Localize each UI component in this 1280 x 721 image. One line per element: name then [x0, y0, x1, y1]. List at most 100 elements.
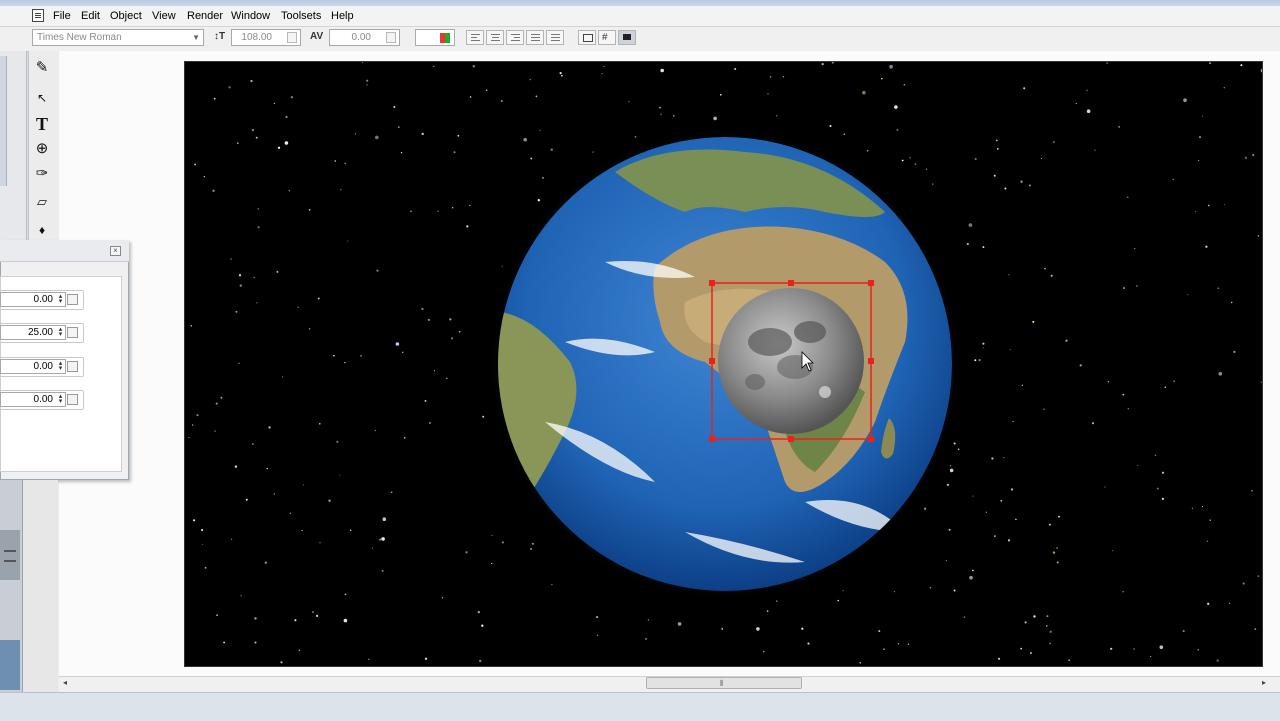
menu-file[interactable]: File [53, 9, 71, 23]
document-icon[interactable] [32, 9, 44, 22]
param-button[interactable] [67, 327, 78, 338]
space-scene [188, 62, 1262, 664]
star [368, 658, 370, 660]
scroll-right-icon[interactable]: ▸ [1262, 678, 1266, 687]
render-canvas[interactable] [184, 61, 1263, 667]
star [333, 354, 335, 357]
shadow-button[interactable] [618, 30, 636, 45]
grid-button[interactable]: # [598, 30, 616, 45]
font-family-value: Times New Roman [37, 32, 122, 43]
star [301, 530, 303, 532]
menu-toolsets[interactable]: Toolsets [281, 9, 321, 23]
star [253, 276, 255, 279]
close-icon[interactable]: × [110, 246, 121, 256]
star [344, 593, 347, 596]
star [775, 600, 778, 602]
star [1198, 136, 1202, 139]
star [1195, 211, 1197, 213]
star [1004, 187, 1007, 190]
star [1197, 159, 1200, 162]
scroll-thumb[interactable]: ⦀ [646, 677, 802, 689]
moon[interactable] [718, 288, 864, 434]
param-button[interactable] [67, 294, 78, 305]
star [893, 591, 896, 593]
star [458, 330, 461, 333]
star [371, 547, 374, 549]
star [1021, 384, 1024, 387]
star [925, 168, 928, 170]
star [1068, 659, 1070, 661]
text-tool-icon[interactable]: T [31, 113, 53, 135]
star [945, 560, 947, 562]
star [214, 430, 216, 432]
pen-tool-icon[interactable]: ♦ [31, 219, 53, 241]
star [203, 175, 206, 178]
star [866, 149, 869, 152]
star [273, 493, 275, 495]
shape-tool-icon[interactable]: ▱ [31, 191, 53, 213]
menu-view[interactable]: View [152, 9, 176, 23]
stepper-icon[interactable]: ▴ ▾ [57, 360, 64, 372]
star [1046, 615, 1049, 618]
menu-object[interactable]: Object [110, 9, 142, 23]
align-left-button[interactable] [466, 30, 484, 45]
freehand-tool-icon[interactable]: ✑ [31, 163, 53, 185]
star [376, 269, 379, 272]
text-frame-button[interactable] [578, 30, 596, 45]
align-right-button[interactable] [506, 30, 524, 45]
star [993, 174, 996, 177]
star [347, 240, 349, 242]
star [1209, 519, 1211, 521]
star [1107, 381, 1110, 383]
dock-tab-blue[interactable] [0, 640, 20, 690]
star [1112, 550, 1114, 552]
param-button[interactable] [67, 394, 78, 405]
menu-window[interactable]: Window [231, 9, 270, 23]
star [1223, 86, 1226, 89]
star [561, 74, 563, 77]
star [312, 611, 314, 613]
stepper-icon[interactable]: ▴ ▾ [57, 393, 64, 405]
font-size-stepper[interactable] [287, 32, 297, 43]
scroll-left-icon[interactable]: ◂ [63, 678, 67, 687]
menu-help[interactable]: Help [331, 9, 354, 23]
star [756, 627, 760, 631]
align-center-button[interactable] [486, 30, 504, 45]
star [1094, 149, 1096, 151]
star [1260, 381, 1262, 383]
star [734, 68, 737, 70]
selection-tool-icon[interactable]: ✎ [31, 57, 53, 79]
arrow-tool-icon[interactable]: ↖ [31, 87, 53, 109]
param-button[interactable] [67, 361, 78, 372]
star [239, 284, 242, 287]
font-family-select[interactable]: Times New Roman ▼ [32, 29, 204, 46]
align-justify-button[interactable] [526, 30, 544, 45]
menu-edit[interactable]: Edit [81, 9, 100, 23]
star [559, 72, 562, 75]
star [1161, 497, 1165, 501]
star [1254, 628, 1257, 631]
stepper-icon[interactable]: ▴ ▾ [57, 293, 64, 305]
star [1003, 456, 1005, 459]
star [831, 62, 834, 64]
tracking-stepper[interactable] [386, 32, 396, 43]
star [1233, 350, 1236, 354]
star [457, 134, 460, 137]
star [343, 618, 348, 623]
align-force-button[interactable] [546, 30, 564, 45]
star [896, 128, 899, 131]
stepper-icon[interactable]: ▴ ▾ [57, 326, 64, 338]
tracking-value: 0.00 [351, 32, 371, 43]
globe-tool-icon[interactable]: ⊕ [31, 138, 53, 160]
menu-render[interactable]: Render [187, 9, 223, 23]
star [191, 424, 194, 426]
star [601, 73, 603, 75]
dock-tab[interactable] [0, 56, 7, 186]
star [1133, 648, 1135, 650]
star [215, 402, 218, 405]
star [485, 89, 488, 92]
star [298, 649, 301, 651]
star [837, 599, 839, 602]
color-picker[interactable] [415, 29, 455, 46]
star [991, 457, 994, 460]
